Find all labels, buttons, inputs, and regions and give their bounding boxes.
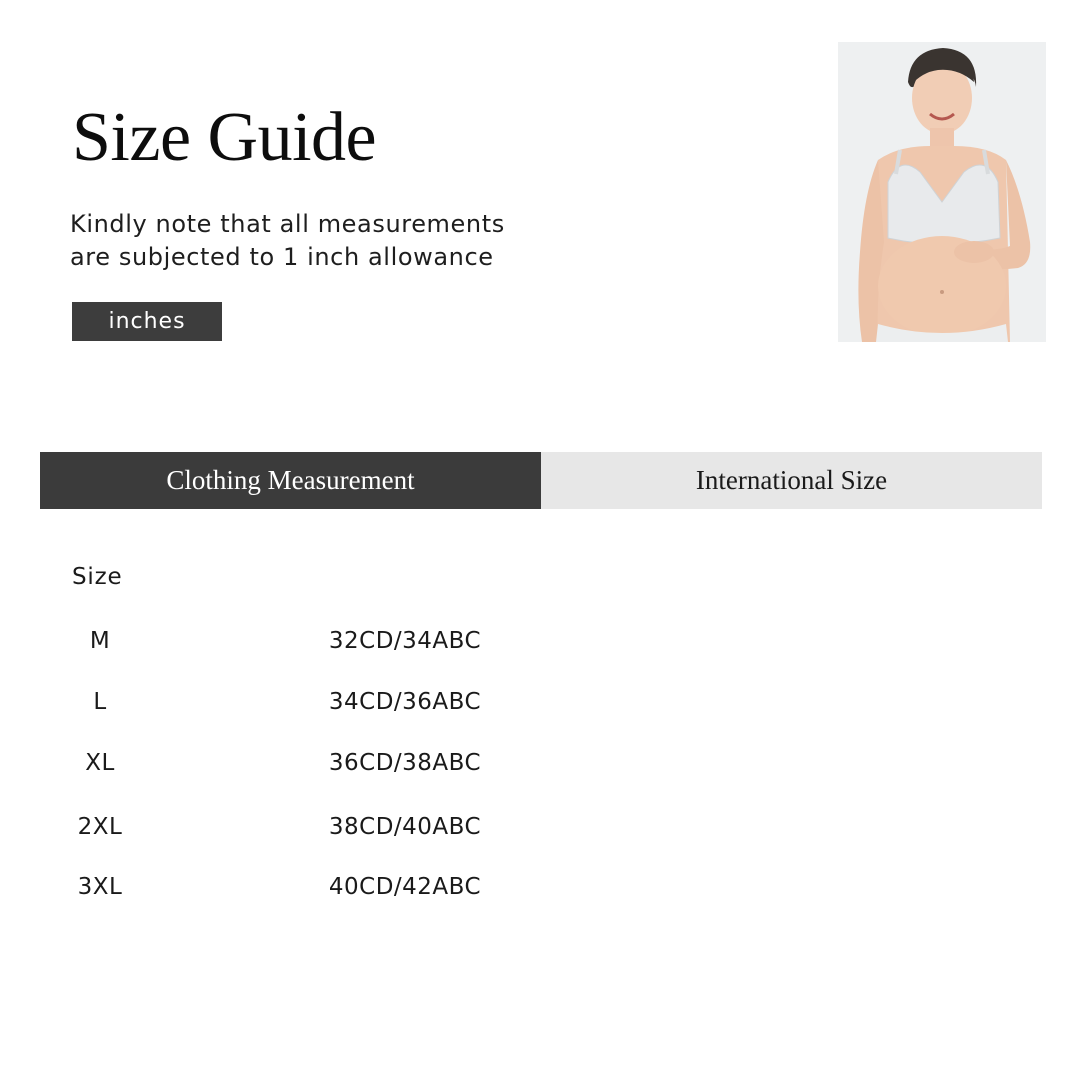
- table-row: 3XL 40CD/42ABC: [0, 874, 1080, 908]
- international-size-cell: 34CD/36ABC: [328, 689, 482, 715]
- size-cell: M: [89, 628, 111, 654]
- page-title: Size Guide: [72, 99, 377, 176]
- international-size-cell: 32CD/34ABC: [328, 628, 482, 654]
- allowance-note-line-2: are subjected to 1 inch allowance: [70, 243, 494, 271]
- table-row: 2XL 38CD/40ABC: [0, 814, 1080, 848]
- size-cell: 3XL: [77, 874, 123, 900]
- table-row: L 34CD/36ABC: [0, 689, 1080, 723]
- size-cell: XL: [85, 750, 115, 776]
- tab-bar: Clothing Measurement International Size: [40, 452, 1042, 509]
- model-photo: [838, 42, 1046, 342]
- international-size-cell: 40CD/42ABC: [328, 874, 482, 900]
- international-size-cell: 38CD/40ABC: [328, 814, 482, 840]
- table-row: M 32CD/34ABC: [0, 628, 1080, 662]
- tab-international-size[interactable]: International Size: [541, 452, 1042, 509]
- size-cell: 2XL: [77, 814, 123, 840]
- allowance-note: Kindly note that all measurements are su…: [70, 208, 590, 274]
- unit-toggle-button[interactable]: inches: [72, 302, 222, 341]
- size-column-header: Size: [72, 564, 123, 590]
- model-illustration: [838, 42, 1046, 342]
- table-row: XL 36CD/38ABC: [0, 750, 1080, 784]
- size-cell: L: [93, 689, 107, 715]
- international-size-cell: 36CD/38ABC: [328, 750, 482, 776]
- allowance-note-line-1: Kindly note that all measurements: [70, 210, 505, 238]
- tab-clothing-measurement[interactable]: Clothing Measurement: [40, 452, 541, 509]
